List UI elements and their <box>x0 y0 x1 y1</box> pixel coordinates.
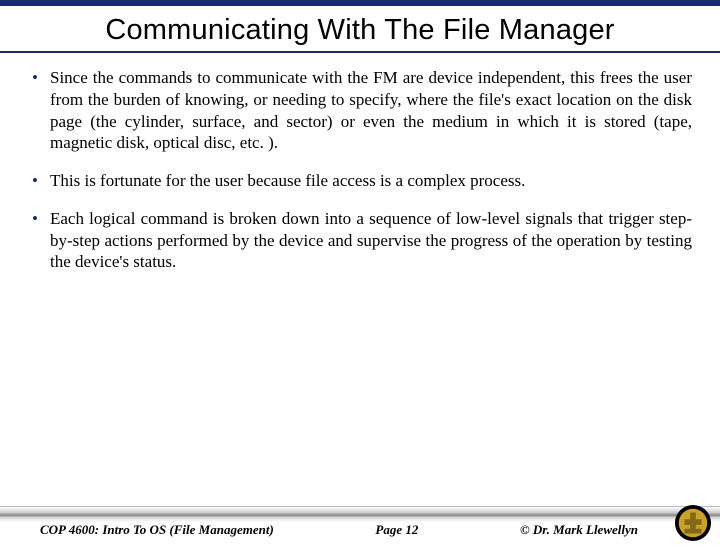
footer-course: COP 4600: Intro To OS (File Management) <box>40 522 274 538</box>
slide-title: Communicating With The File Manager <box>28 14 692 47</box>
footer-content: COP 4600: Intro To OS (File Management) … <box>0 522 720 540</box>
list-item: This is fortunate for the user because f… <box>28 170 692 192</box>
footer-page: Page 12 <box>274 522 520 538</box>
title-underline <box>0 51 720 53</box>
bullet-list: Since the commands to communicate with t… <box>28 67 692 273</box>
footer-divider <box>0 506 720 522</box>
slide-body: Communicating With The File Manager Sinc… <box>0 6 720 273</box>
ucf-logo-icon <box>674 504 712 542</box>
list-item: Each logical command is broken down into… <box>28 208 692 273</box>
footer-author: © Dr. Mark Llewellyn <box>520 522 680 538</box>
list-item: Since the commands to communicate with t… <box>28 67 692 154</box>
footer: COP 4600: Intro To OS (File Management) … <box>0 506 720 540</box>
